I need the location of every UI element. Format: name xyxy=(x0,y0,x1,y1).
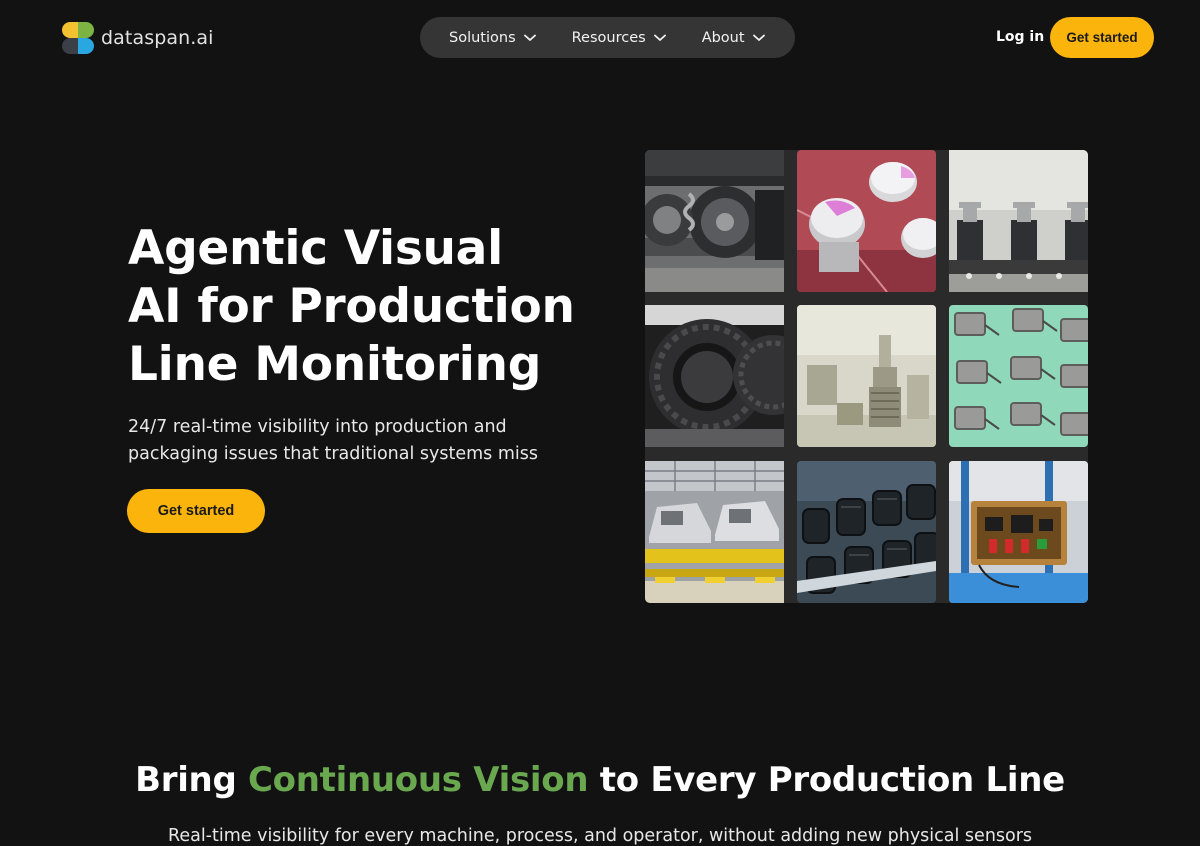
train-bogie-image xyxy=(645,150,784,292)
section-title-highlight: Continuous Vision xyxy=(248,760,589,800)
logo-mark-icon xyxy=(62,22,94,54)
section-title-part: Bring xyxy=(135,760,249,800)
section-title-part: to Every Production Line xyxy=(588,760,1065,800)
brand-name: dataspan.ai xyxy=(101,27,214,49)
sensors-mint-image xyxy=(949,305,1088,447)
industrial-image-gallery xyxy=(645,150,1088,603)
chevron-down-icon xyxy=(523,34,536,41)
hero-title: Agentic Visual AI for Production Line Mo… xyxy=(128,220,608,394)
nav-item-label: Resources xyxy=(571,29,646,46)
capacitors-pcb-image xyxy=(797,150,936,292)
nav-item-label: About xyxy=(701,29,745,46)
car-assembly-image xyxy=(645,461,784,603)
brand-logo[interactable]: dataspan.ai xyxy=(61,21,214,55)
hero-subtitle: 24/7 real-time visibility into productio… xyxy=(128,414,598,468)
nav-item-label: Solutions xyxy=(449,29,516,46)
section-title: Bring Continuous Vision to Every Product… xyxy=(0,758,1200,802)
robot-electronics-image xyxy=(949,461,1088,603)
black-gears-image xyxy=(797,461,936,603)
nav-item-resources[interactable]: Resources xyxy=(572,30,666,46)
tires-image xyxy=(645,305,784,447)
main-nav: Solutions Resources About xyxy=(420,17,795,58)
hero-subtitle-line: packaging issues that traditional system… xyxy=(128,444,538,464)
site-header: dataspan.ai Solutions Resources About Lo… xyxy=(0,0,1200,76)
chevron-down-icon xyxy=(752,34,765,41)
metal-parts-image xyxy=(797,305,936,447)
login-link[interactable]: Log in xyxy=(996,29,1044,45)
nav-item-about[interactable]: About xyxy=(702,30,765,46)
nav-item-solutions[interactable]: Solutions xyxy=(449,30,536,46)
hero-title-line: Agentic Visual xyxy=(128,221,503,276)
hero-title-line: AI for Production xyxy=(128,279,575,334)
section-subtitle: Real-time visibility for every machine, … xyxy=(167,826,1033,846)
hero-title-line: Line Monitoring xyxy=(128,337,542,392)
chevron-down-icon xyxy=(653,34,666,41)
hero-subtitle-line: 24/7 real-time visibility into productio… xyxy=(128,417,507,437)
get-started-hero-button[interactable]: Get started xyxy=(127,489,265,533)
get-started-header-button[interactable]: Get started xyxy=(1050,17,1154,58)
toggle-switches-image xyxy=(949,150,1088,292)
